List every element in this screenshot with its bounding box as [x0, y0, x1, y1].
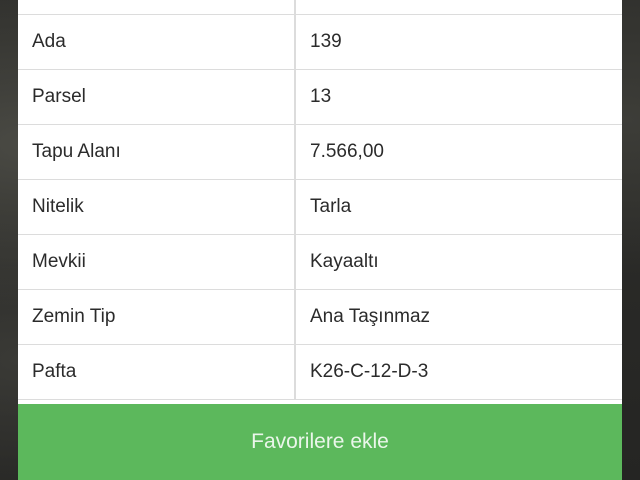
row-value: 13 — [310, 86, 332, 107]
row-value — [296, 0, 622, 14]
row-value: 139 — [310, 31, 342, 52]
row-label: Ada — [18, 15, 296, 69]
row-value: Kayaaltı — [310, 251, 379, 272]
row-label: Nitelik — [18, 180, 296, 234]
row-value: 7.566,00 — [310, 141, 384, 162]
row-label: Mevkii — [18, 235, 296, 289]
row-value: Ana Taşınmaz — [310, 306, 431, 327]
row-label: Zemin Tip — [18, 290, 296, 344]
table-row-mevkii: Mevkii Kayaaltı — [18, 235, 622, 290]
add-to-favorites-button[interactable]: Favorilere ekle — [18, 404, 622, 480]
details-table: Ada 139 Parsel 13 Tapu Alanı 7.566,00 Ni… — [18, 0, 622, 400]
row-label: Parsel — [18, 70, 296, 124]
row-label: Tapu Alanı — [18, 125, 296, 179]
row-label — [18, 0, 296, 14]
row-value: K26-C-12-D-3 — [310, 361, 429, 382]
table-row-nitelik: Nitelik Tarla — [18, 180, 622, 235]
table-row-partial — [18, 0, 622, 15]
table-row-pafta: Pafta K26-C-12-D-3 — [18, 345, 622, 400]
table-row-tapu-alani: Tapu Alanı 7.566,00 — [18, 125, 622, 180]
table-row-ada: Ada 139 — [18, 15, 622, 70]
table-row-parsel: Parsel 13 — [18, 70, 622, 125]
table-row-zemin-tip: Zemin Tip Ana Taşınmaz — [18, 290, 622, 345]
row-label: Pafta — [18, 345, 296, 399]
row-value: Tarla — [310, 196, 352, 217]
